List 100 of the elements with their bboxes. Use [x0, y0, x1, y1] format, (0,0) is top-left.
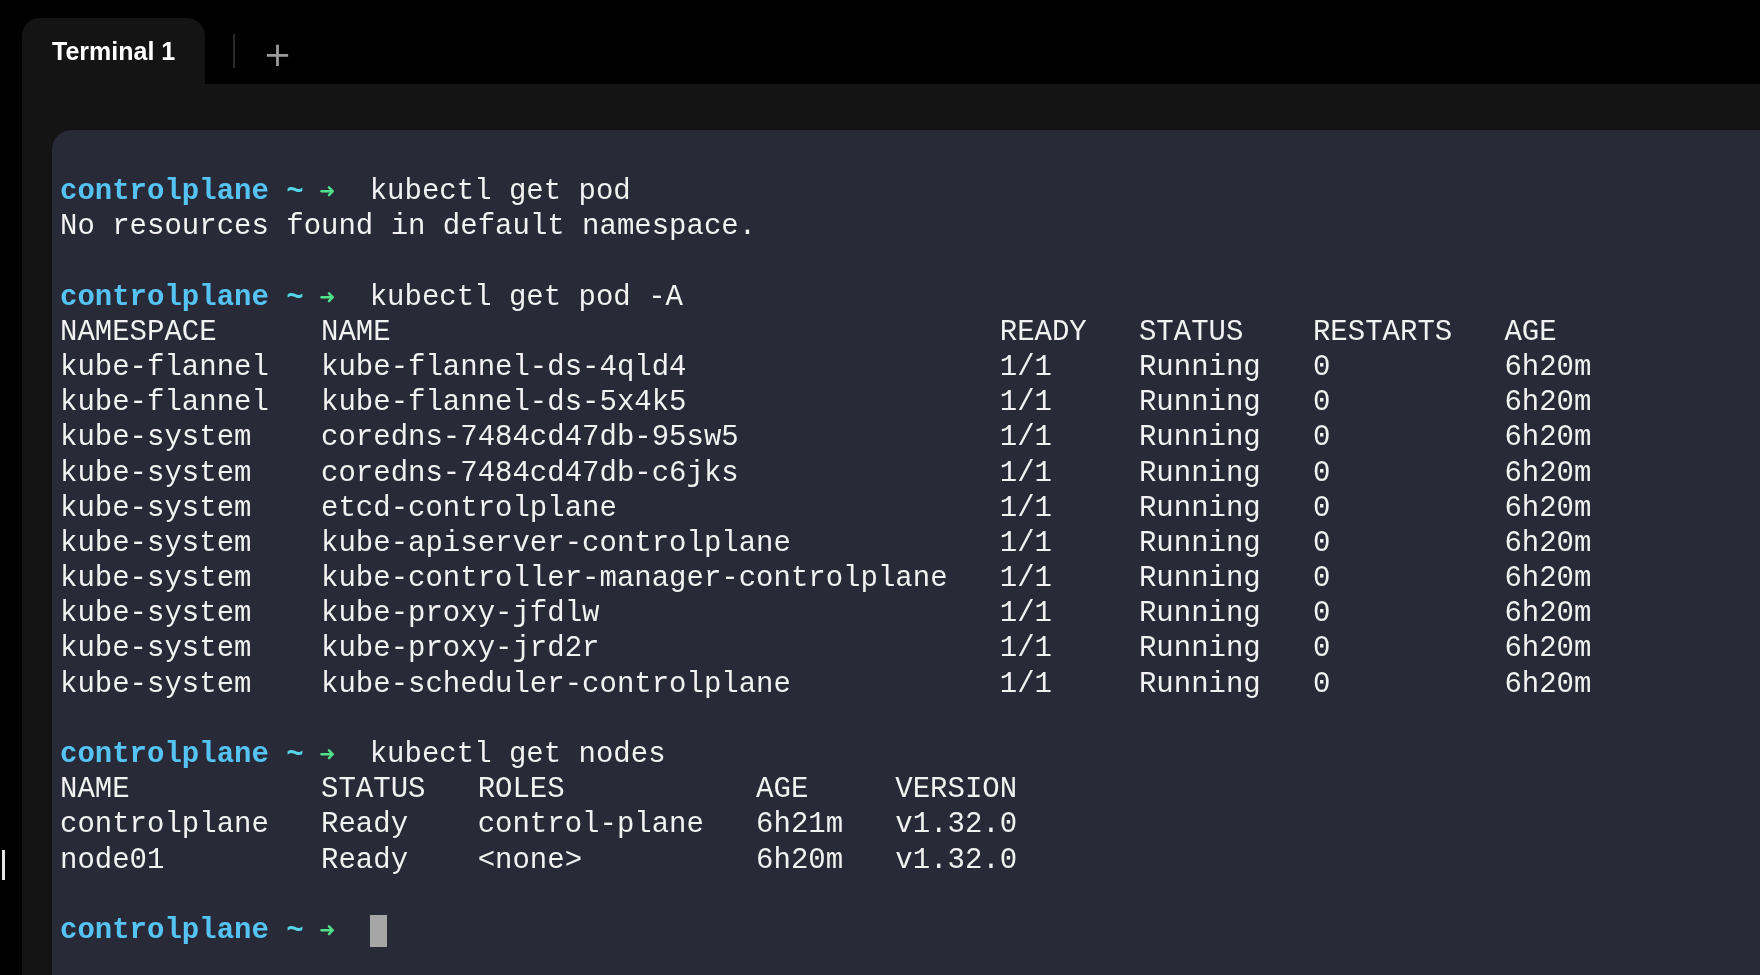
table-cell-text: kube-proxy-jfdlw: [321, 596, 601, 632]
table-cell-text: 0: [1312, 490, 1332, 526]
table-cell-text: Running: [1138, 349, 1262, 386]
table-cell-text: Running: [1138, 596, 1262, 632]
table-cell-text: controlplane: [60, 807, 270, 843]
table-cell-text: etcd-controlplane: [321, 490, 618, 526]
prompt-directory: ~: [286, 737, 304, 773]
table-cell-text: 1/1: [999, 561, 1053, 597]
prompt-arrow: ➜: [319, 175, 335, 208]
table-cell-text: Running: [1138, 490, 1262, 526]
prompt-arrow: ➜: [319, 913, 335, 947]
table-cell-text: 0: [1312, 561, 1332, 597]
table-cell-text: node01: [60, 842, 166, 878]
column-header: VERSION: [895, 772, 1018, 808]
table-cell-text: kube-system: [60, 420, 253, 456]
table-cell-text: Running: [1138, 455, 1262, 491]
table-cell-text: 1/1: [999, 666, 1053, 702]
table-cell: v1.32.0: [895, 842, 1018, 878]
prompt-host: controlplane: [60, 279, 269, 315]
table-cell-text: 1/1: [999, 596, 1053, 632]
column-header: READY: [999, 314, 1088, 350]
table-cell-text: 0: [1312, 666, 1332, 702]
table-cell-text: kube-apiserver-controlplane: [321, 525, 792, 562]
table-cell-text: Running: [1138, 420, 1262, 456]
prompt-directory: ~: [286, 279, 304, 315]
table-cell-text: Ready: [321, 842, 410, 878]
table-cell-text: kube-scheduler-controlplane: [321, 666, 792, 702]
table-cell-text: 1/1: [999, 455, 1053, 491]
command-text: kubectl get pod: [369, 174, 631, 210]
table-cell: 6h20m: [1504, 631, 1592, 667]
prompt-host: controlplane: [60, 737, 269, 773]
command-text: kubectl get pod -A: [369, 279, 683, 315]
table-cell: 6h20m: [1504, 420, 1592, 456]
table-cell-text: 1/1: [999, 631, 1053, 667]
table-cell-text: 0: [1312, 596, 1332, 632]
table-cell: 6h20m: [1504, 525, 1592, 562]
table-cell-text: kube-system: [60, 596, 253, 632]
terminal-tab[interactable]: Terminal 1: [22, 18, 206, 84]
prompt-arrow: ➜: [319, 280, 335, 314]
column-header: AGE: [756, 772, 810, 808]
prompt-host: controlplane: [60, 912, 269, 949]
table-cell: 6h20m: [1504, 561, 1592, 597]
table-cell-text: <none>: [477, 842, 584, 878]
table-cell-text: kube-flannel-ds-5x4k5: [321, 385, 688, 421]
prompt-host: controlplane: [60, 174, 269, 210]
table-cell-text: 1/1: [999, 490, 1053, 526]
table-cell-text: 0: [1312, 349, 1332, 386]
table-cell-text: kube-system: [60, 561, 253, 597]
table-cell-text: Ready: [321, 807, 410, 843]
new-tab-button[interactable]: +: [257, 37, 298, 71]
table-cell: 6h20m: [1504, 455, 1592, 491]
column-header: AGE: [1504, 314, 1557, 350]
table-cell-text: kube-system: [60, 631, 253, 667]
table-cell-text: kube-system: [60, 455, 253, 491]
column-header: STATUS: [1138, 314, 1245, 350]
table-cell: v1.32.0: [895, 807, 1018, 843]
table-cell-text: 1/1: [999, 349, 1053, 386]
table-cell-text: Running: [1138, 666, 1262, 702]
table-cell-text: kube-flannel: [60, 349, 270, 386]
output-text: No resources found in default namespace.: [60, 209, 757, 245]
table-cell-text: 0: [1312, 631, 1332, 667]
table-cell-text: coredns-7484cd47db-c6jks: [321, 455, 740, 491]
table-cell-text: 0: [1312, 455, 1332, 491]
table-cell-text: kube-flannel: [60, 385, 270, 421]
table-cell-text: coredns-7484cd47db-95sw5: [321, 420, 740, 456]
resize-handle[interactable]: [2, 850, 5, 880]
column-header: ROLES: [477, 772, 566, 808]
table-cell: 6h20m: [1504, 666, 1592, 702]
column-header: NAMESPACE: [60, 314, 218, 350]
table-cell: 6h20m: [1504, 490, 1592, 526]
table-cell: 6h20m: [1504, 596, 1592, 632]
prompt-directory: ~: [286, 912, 304, 949]
table-cell-text: kube-flannel-ds-4qld4: [321, 349, 688, 386]
table-cell-text: Running: [1138, 385, 1262, 421]
table-cell-text: 1/1: [999, 385, 1053, 421]
table-cell-text: 6h21m: [756, 807, 845, 843]
column-header: STATUS: [321, 772, 427, 808]
table-cell-text: 1/1: [999, 420, 1053, 456]
table-cell-text: 6h20m: [756, 842, 845, 878]
prompt-arrow: ➜: [319, 738, 335, 771]
table-cell-text: 0: [1312, 525, 1332, 562]
command-text: kubectl get nodes: [369, 737, 666, 773]
table-cell-text: 1/1: [999, 525, 1053, 562]
column-header: NAME: [60, 772, 131, 808]
table-cell: 6h20m: [1504, 385, 1592, 421]
column-header: NAME: [321, 314, 392, 350]
table-cell-text: control-plane: [477, 807, 705, 843]
table-cell-text: kube-system: [60, 490, 253, 526]
prompt-directory: ~: [286, 174, 304, 210]
table-cell-text: kube-controller-manager-controlplane: [321, 561, 949, 597]
table-cell-text: Running: [1138, 631, 1262, 667]
table-cell-text: 0: [1312, 420, 1332, 456]
table-cell-text: Running: [1138, 561, 1262, 597]
table-cell-text: kube-system: [60, 525, 253, 562]
column-header: RESTARTS: [1312, 314, 1454, 350]
table-cell-text: 0: [1312, 385, 1332, 421]
table-cell-text: Running: [1138, 525, 1262, 562]
table-cell: 6h20m: [1504, 349, 1592, 386]
table-cell-text: kube-proxy-jrd2r: [321, 631, 601, 667]
table-cell-text: kube-system: [60, 666, 253, 702]
